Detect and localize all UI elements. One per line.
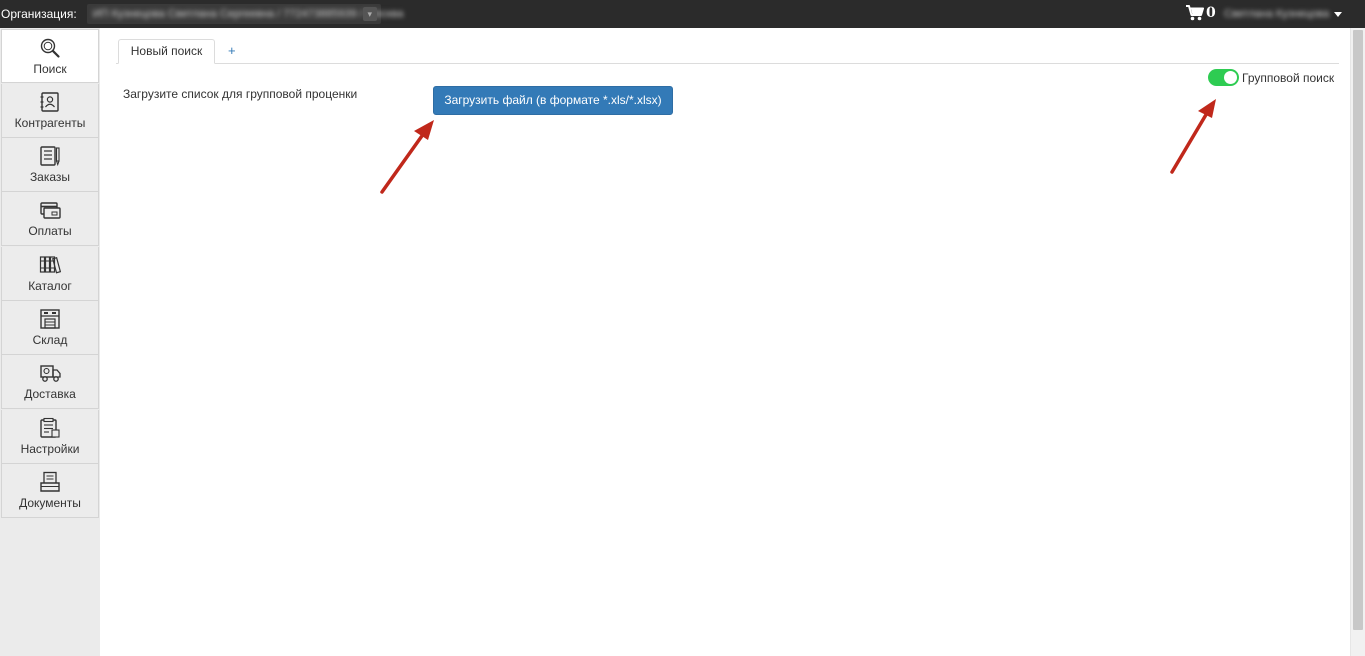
sidebar-item-label: Заказы — [29, 170, 71, 184]
sidebar-item-label: Каталог — [28, 279, 72, 293]
group-search-label: Групповой поиск — [1242, 70, 1335, 85]
catalog-icon — [39, 256, 61, 274]
cart-icon — [1186, 5, 1204, 21]
organization-select[interactable]: ИП Кузнецова Светлана Сергеевна / 772473… — [86, 4, 403, 24]
user-menu[interactable]: Светлана Кузнецова — [1224, 6, 1342, 22]
arrow-to-upload-button — [380, 120, 434, 194]
vertical-scrollbar[interactable] — [1350, 28, 1365, 656]
scrollbar-thumb[interactable] — [1353, 30, 1363, 630]
sidebar-item-warehouse[interactable]: Склад — [1, 301, 99, 355]
sidebar-item-label: Доставка — [24, 387, 76, 401]
organization-label: Организация: — [1, 7, 77, 21]
sidebar-item-documents[interactable]: Документы — [1, 464, 99, 518]
upload-instruction-label: Загрузите список для групповой проценки — [123, 87, 358, 101]
sidebar-item-orders[interactable]: Заказы — [1, 138, 99, 192]
sidebar-item-settings[interactable]: Настройки — [1, 410, 99, 464]
caret-down-icon — [1334, 11, 1342, 17]
sidebar-item-label: Склад — [32, 333, 68, 347]
chevron-down-icon: ▾ — [362, 7, 377, 21]
orders-icon — [40, 146, 60, 167]
warehouse-icon — [40, 309, 60, 329]
top-bar: Организация: ИП Кузнецова Светлана Серге… — [0, 0, 1365, 28]
contacts-icon — [40, 92, 59, 112]
sidebar-item-label: Поиск — [33, 62, 67, 76]
sidebar-item-label: Оплаты — [28, 224, 72, 238]
sidebar-item-search[interactable]: Поиск — [1, 29, 99, 83]
upload-file-button[interactable]: Загрузить файл (в формате *.xls/*.xlsx) — [433, 86, 673, 115]
group-search-toggle-wrap: Групповой поиск — [1208, 69, 1334, 86]
sidebar: Поиск Контрагенты Заказы Оплаты Каталог … — [0, 28, 100, 656]
group-search-toggle[interactable] — [1208, 69, 1239, 86]
user-name: Светлана Кузнецова — [1224, 8, 1330, 20]
sidebar-item-payments[interactable]: Оплаты — [1, 192, 99, 246]
sidebar-item-label: Документы — [19, 496, 81, 510]
search-icon — [40, 38, 60, 58]
arrow-to-group-toggle — [1170, 99, 1216, 174]
delivery-icon — [40, 365, 61, 382]
tab-new-search[interactable]: Новый поиск — [118, 39, 215, 64]
search-tabs: Новый поиск + — [116, 39, 1339, 64]
cart-button[interactable]: 0 — [1186, 5, 1216, 21]
toggle-knob — [1224, 71, 1237, 84]
cart-count: 0 — [1206, 5, 1216, 21]
settings-icon — [40, 417, 60, 438]
sidebar-item-delivery[interactable]: Доставка — [1, 355, 99, 409]
organization-value: ИП Кузнецова Светлана Сергеевна / 772473… — [92, 8, 404, 20]
payments-icon — [40, 202, 61, 219]
add-tab-button[interactable]: + — [228, 43, 236, 58]
sidebar-item-catalog[interactable]: Каталог — [1, 247, 99, 301]
documents-icon — [40, 471, 60, 492]
sidebar-item-label: Контрагенты — [14, 116, 86, 130]
sidebar-item-label: Настройки — [20, 442, 80, 456]
sidebar-item-contractors[interactable]: Контрагенты — [1, 84, 99, 138]
